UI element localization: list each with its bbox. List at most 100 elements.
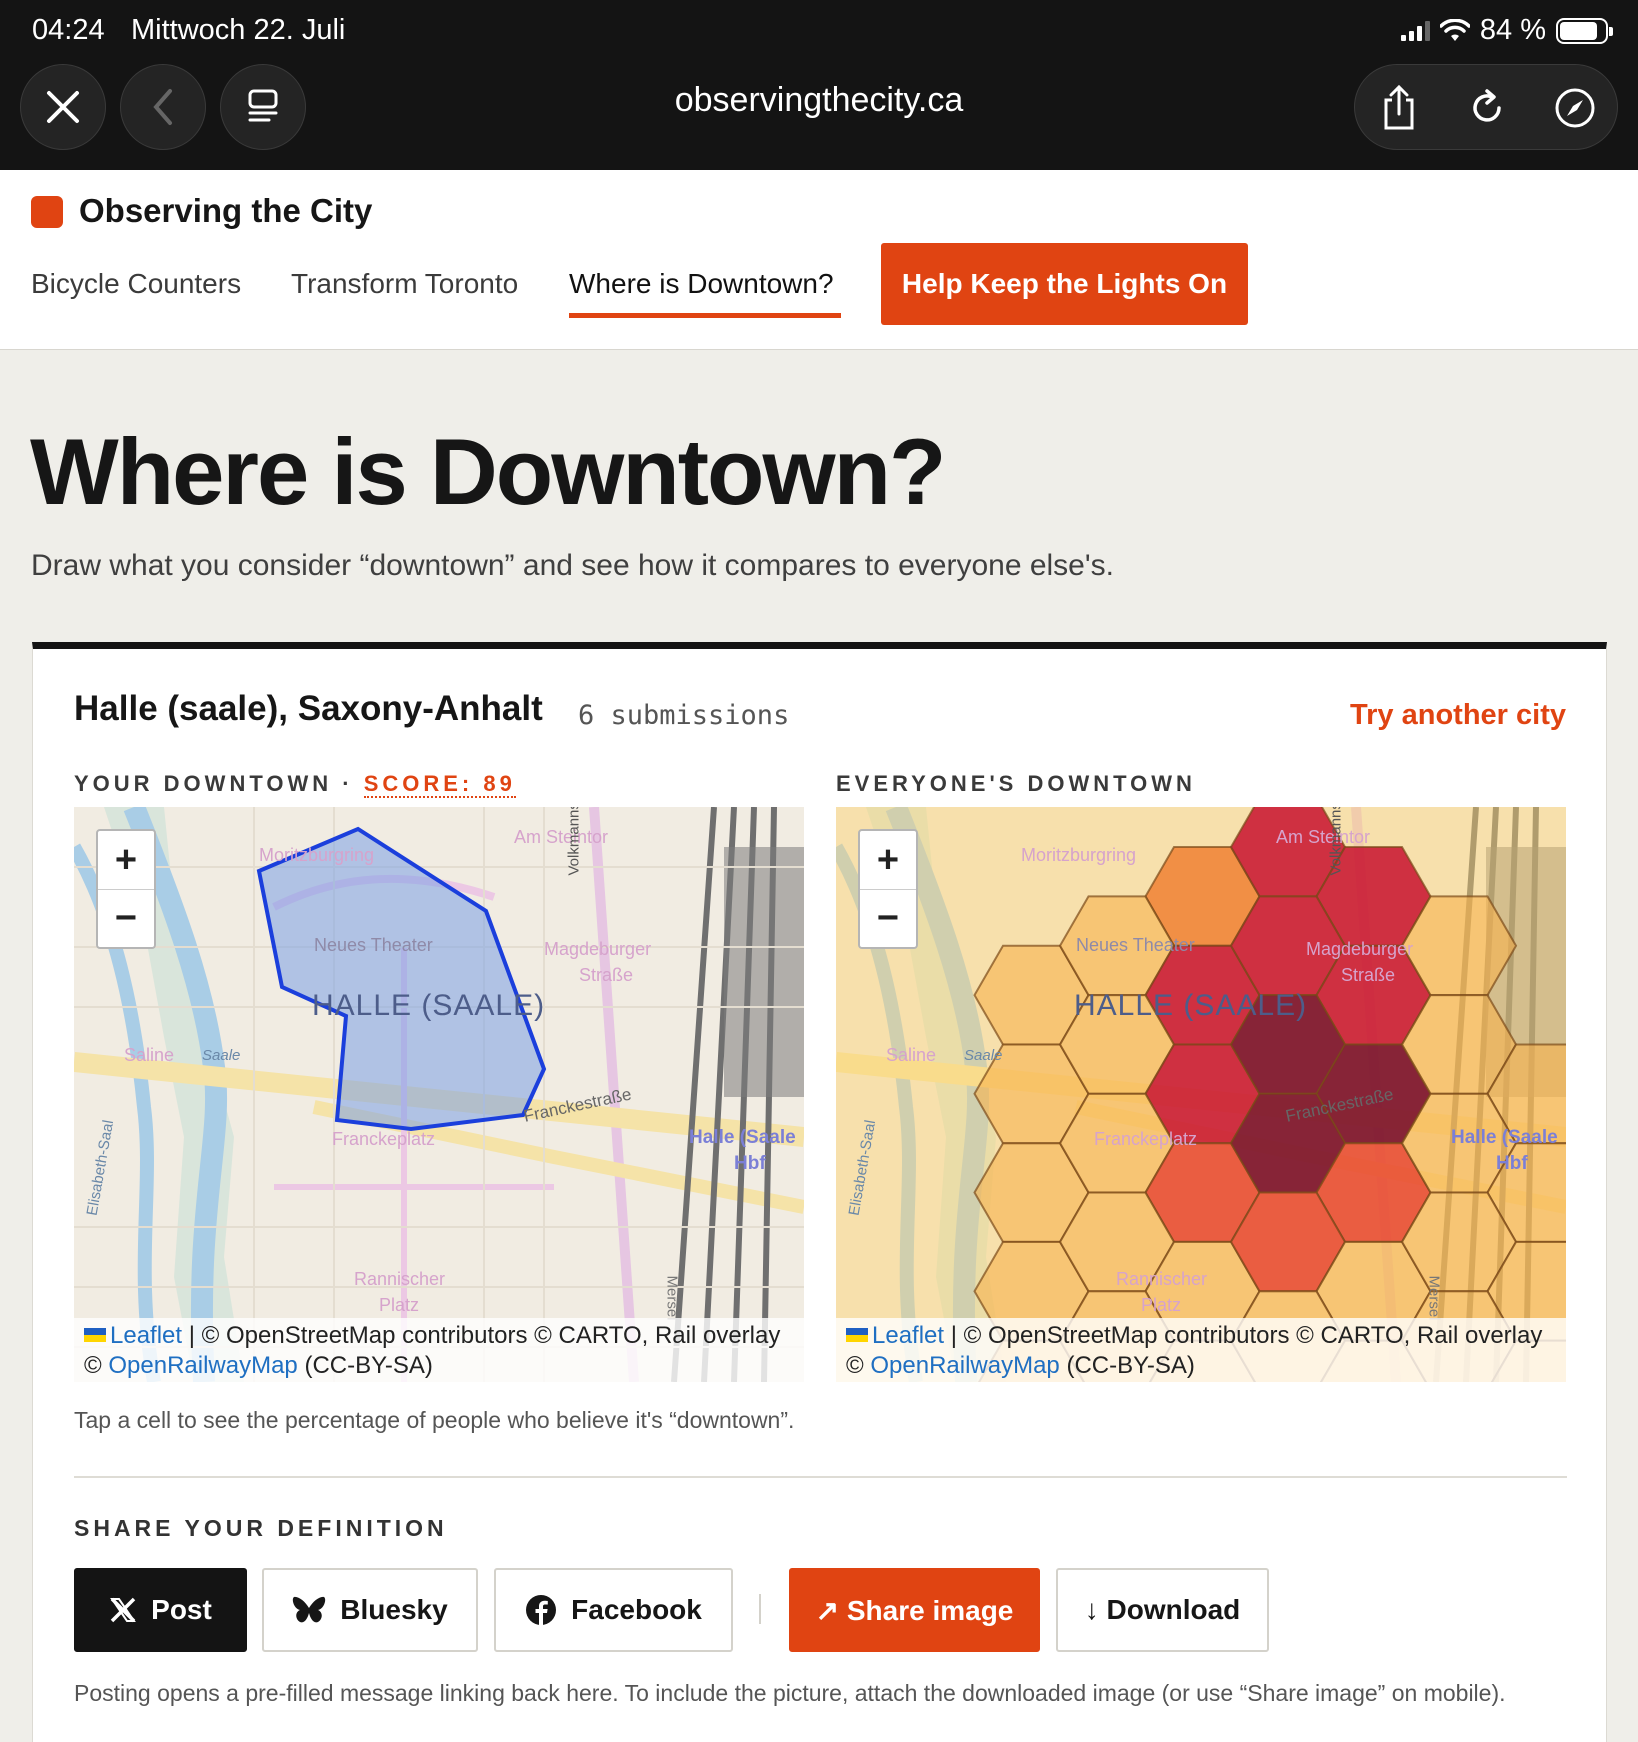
map-label-volkmann: Volkmannstraße (565, 807, 583, 876)
map-attribution: Leaflet | © OpenStreetMap contributors ©… (74, 1318, 804, 1382)
map-label-franckeplatz: Franckeplatz (332, 1129, 436, 1149)
zoom-out-button[interactable]: − (98, 889, 154, 947)
your-downtown-label: YOUR DOWNTOWN · SCORE: 89 (74, 771, 516, 798)
compass-icon (1555, 88, 1595, 128)
map-label-saale: Saale (964, 1047, 1003, 1064)
openrailwaymap-link[interactable]: OpenRailwayMap (870, 1352, 1059, 1379)
map-label-city: HALLE (SAALE) (1074, 989, 1308, 1022)
browser-actions (1354, 64, 1618, 150)
map-tiles (74, 807, 804, 1382)
map-label-mersel: Mersel (1425, 1275, 1443, 1321)
map-label-rannischer: Rannischer (354, 1269, 446, 1289)
battery-icon (1556, 17, 1613, 44)
zoom-in-button[interactable]: + (98, 831, 154, 889)
try-another-city-link[interactable]: Try another city (1350, 699, 1566, 732)
map-label-hbf: Halle (Saale (689, 1127, 796, 1148)
map-label-volkmann: Volkmannstraße (1327, 807, 1345, 876)
map-label-am-steintor: Am Steintor (514, 827, 609, 847)
your-downtown-map[interactable]: Moritzburgring Am Steintor Neues Theater… (74, 807, 804, 1382)
attribution-text: | © OpenStreetMap contributors © CARTO, … (182, 1322, 781, 1349)
x-logo-icon (110, 1597, 137, 1623)
your-downtown-text: YOUR DOWNTOWN · (74, 771, 364, 796)
nav-bicycle-counters[interactable]: Bicycle Counters (31, 268, 241, 300)
divider (74, 1476, 1567, 1478)
bluesky-butterfly-icon (293, 1596, 326, 1623)
map-attribution: Leaflet | © OpenStreetMap contributors ©… (836, 1318, 1566, 1382)
attribution-copy: © (846, 1352, 871, 1379)
map-label-strasse: Straße (579, 965, 634, 985)
map-label-hbf-2: Hbf (734, 1153, 766, 1174)
attribution-text: | © OpenStreetMap contributors © CARTO, … (944, 1322, 1543, 1349)
map-tiles (836, 807, 1566, 1382)
attribution-license: (CC-BY-SA) (1059, 1352, 1195, 1379)
map-label-franckeplatz: Franckeplatz (1094, 1129, 1198, 1149)
map-label-hbf: Halle (Saale (1451, 1127, 1558, 1148)
submission-count: 6 submissions (578, 700, 790, 731)
map-label-am-steintor: Am Steintor (1276, 827, 1371, 847)
leaflet-link[interactable]: Leaflet (110, 1322, 182, 1349)
wifi-icon (1439, 18, 1470, 41)
score-badge[interactable]: SCORE: 89 (363, 771, 516, 798)
map-label-rannischer: Rannischer (1116, 1269, 1208, 1289)
status-indicators: 84 % (1400, 14, 1613, 47)
everyone-downtown-label: EVERYONE'S DOWNTOWN (836, 771, 1196, 796)
zoom-out-button[interactable]: − (860, 889, 916, 947)
ukraine-flag-icon (84, 1328, 106, 1342)
status-time: 04:24 (32, 14, 105, 46)
page-title: Where is Downtown? (30, 419, 946, 524)
nav-where-is-downtown[interactable]: Where is Downtown? (569, 268, 834, 300)
nav-active-indicator (569, 313, 841, 318)
cellular-signal-icon (1400, 20, 1430, 41)
bluesky-button[interactable]: Bluesky (262, 1568, 478, 1652)
bluesky-label: Bluesky (340, 1594, 448, 1625)
post-x-button[interactable]: Post (74, 1568, 247, 1652)
browser-chrome: 04:24 Mittwoch 22. Juli 84 % observingth… (0, 0, 1638, 170)
share-heading: SHARE YOUR DEFINITION (74, 1515, 448, 1541)
reload-button[interactable] (1443, 65, 1531, 151)
share-image-button[interactable]: ↗ Share image (789, 1568, 1040, 1652)
compass-button[interactable] (1531, 65, 1619, 151)
map-label-moritzburgring: Moritzburgring (1021, 845, 1137, 865)
facebook-button[interactable]: Facebook (494, 1568, 733, 1652)
tap-hint: Tap a cell to see the percentage of peop… (74, 1407, 795, 1433)
map-label-city: HALLE (SAALE) (312, 989, 546, 1022)
openrailwaymap-link[interactable]: OpenRailwayMap (108, 1352, 297, 1379)
share-icon (1384, 84, 1414, 130)
map-label-platz: Platz (1141, 1295, 1182, 1315)
map-label-platz: Platz (379, 1295, 420, 1315)
donate-button[interactable]: Help Keep the Lights On (881, 243, 1248, 325)
city-name: Halle (saale), Saxony-Anhalt (74, 689, 543, 728)
button-separator (759, 1594, 761, 1624)
posting-note: Posting opens a pre-filled message linki… (74, 1680, 1506, 1706)
facebook-label: Facebook (571, 1594, 702, 1625)
battery-percent: 84 % (1479, 14, 1546, 46)
map-label-strasse: Straße (1341, 965, 1396, 985)
map-label-moritzburgring: Moritzburgring (259, 845, 375, 865)
map-label-neues-theater: Neues Theater (1076, 935, 1195, 955)
facebook-icon (526, 1595, 557, 1625)
ukraine-flag-icon (846, 1328, 868, 1342)
map-label-saline: Saline (124, 1045, 175, 1065)
attribution-copy: © (84, 1352, 109, 1379)
map-label-mersel: Mersel (663, 1275, 681, 1321)
logo-mark[interactable] (31, 196, 63, 228)
map-label-magdeburger: Magdeburger (1306, 939, 1414, 959)
share-button[interactable] (1355, 65, 1443, 151)
reload-icon (1473, 89, 1501, 122)
site-header: Observing the City Bicycle Counters Tran… (0, 170, 1638, 350)
map-label-hbf-2: Hbf (1496, 1153, 1528, 1174)
leaflet-link[interactable]: Leaflet (872, 1322, 944, 1349)
map-label-saline: Saline (886, 1045, 937, 1065)
download-button[interactable]: ↓ Download (1056, 1568, 1269, 1652)
everyone-downtown-map[interactable]: Moritzburgring Am Steintor Neues Theater… (836, 807, 1566, 1382)
status-date: Mittwoch 22. Juli (131, 14, 346, 46)
map-label-neues-theater: Neues Theater (314, 935, 433, 955)
map-label-saale: Saale (202, 1047, 241, 1064)
zoom-control: + − (96, 829, 156, 949)
zoom-control: + − (858, 829, 918, 949)
zoom-in-button[interactable]: + (860, 831, 916, 889)
city-card: Halle (saale), Saxony-Anhalt 6 submissio… (32, 642, 1607, 1742)
nav-transform-toronto[interactable]: Transform Toronto (291, 268, 518, 300)
site-logo[interactable]: Observing the City (79, 192, 372, 230)
post-label: Post (151, 1594, 212, 1625)
